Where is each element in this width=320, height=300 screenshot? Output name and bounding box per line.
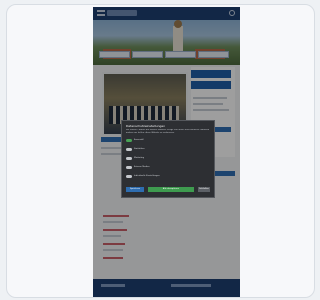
preview-card: Datenschutzeinstellungen Wir nutzen Cook… <box>6 4 315 298</box>
option-label: Individuelle Einstellungen <box>134 175 160 177</box>
cookie-option-external-media[interactable]: Externe Medien <box>126 166 210 170</box>
toggle-switch[interactable] <box>126 175 132 178</box>
toggle-switch[interactable] <box>126 166 132 169</box>
cookie-consent-dialog: Datenschutzeinstellungen Wir nutzen Cook… <box>121 120 215 198</box>
cookie-option-marketing[interactable]: Marketing <box>126 157 210 161</box>
option-label: Externe Medien <box>134 166 150 168</box>
option-label: Essenziell <box>134 139 144 141</box>
option-label: Marketing <box>134 157 144 159</box>
dialog-description: Wir nutzen Cookies auf unserer Website. … <box>126 129 210 134</box>
cookie-option-essential[interactable]: Essenziell <box>126 139 210 143</box>
toggle-switch[interactable] <box>126 148 132 151</box>
option-label: Statistiken <box>134 148 145 150</box>
close-button[interactable]: Schließen <box>198 187 210 192</box>
save-button[interactable]: Speichern <box>126 187 144 192</box>
toggle-switch[interactable] <box>126 139 132 142</box>
dialog-title: Datenschutzeinstellungen <box>126 124 166 128</box>
cookie-option-individual[interactable]: Individuelle Einstellungen <box>126 175 210 179</box>
cookie-option-statistics[interactable]: Statistiken <box>126 148 210 152</box>
toggle-switch[interactable] <box>126 157 132 160</box>
mobile-page-screenshot: Datenschutzeinstellungen Wir nutzen Cook… <box>93 7 240 297</box>
accept-all-button[interactable]: Alle akzeptieren <box>148 187 194 192</box>
